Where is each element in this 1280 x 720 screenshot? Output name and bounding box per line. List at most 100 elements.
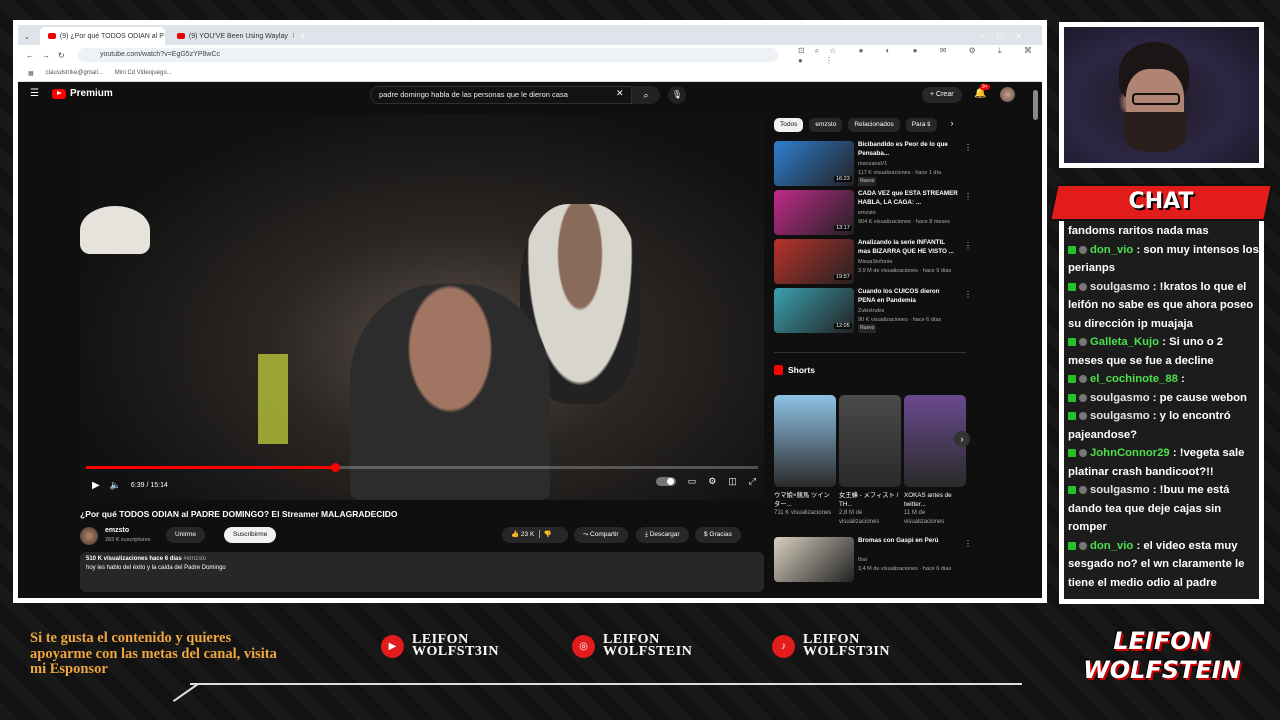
chat-badge-icon [1079, 449, 1087, 457]
more-options-icon[interactable]: ⋮ [964, 290, 972, 299]
video-title: ¿Por qué TODOS ODIAN al PADRE DOMINGO? E… [80, 509, 398, 519]
search-input[interactable]: padre domingo habla de las personas que … [370, 86, 632, 104]
shorts-next-button[interactable]: › [954, 431, 970, 447]
toolbar-icons[interactable]: ⊡⌕☆ ● ◐ ● ✉ ⚙ ⤓ ⌘ ● ⋮ [798, 46, 1042, 65]
recommendation-channel[interactable]: manzanaV1 [858, 160, 968, 169]
chat-username[interactable]: soulgasmo [1090, 281, 1150, 293]
miniplayer-icon[interactable]: ◫ [728, 476, 737, 487]
social-link: ♪ LEIFON WOLFST3IN [772, 633, 890, 659]
chat-username[interactable]: don_vio [1090, 244, 1133, 256]
chat-username[interactable]: don_vio [1090, 540, 1133, 552]
description-tag[interactable]: #emzsto [183, 556, 206, 562]
chat-username[interactable]: soulgasmo [1090, 392, 1150, 404]
video-player[interactable]: ▶ 🔈 6:39 / 15:14 ▭ ⚙ ◫ ⤢ [80, 114, 764, 500]
recommendation-title[interactable]: CADA VEZ que ESTA STREAMER HABLA, LA CAG… [858, 190, 958, 207]
description-box[interactable]: 510 K visualizaciones hace 6 días #emzst… [80, 552, 764, 592]
search-button[interactable]: ⌕ [632, 86, 660, 104]
chat-username[interactable]: el_cochinote_88 [1090, 373, 1178, 385]
like-button[interactable]: 👍 23 K │ 👎 [502, 527, 568, 543]
channel-avatar[interactable] [80, 527, 98, 545]
apps-icon[interactable]: ▦ [28, 70, 34, 77]
recommendation-item[interactable]: 19:57 Analizando la serie INFANTIL mas BI… [774, 239, 972, 284]
menu-icon[interactable]: ☰ [30, 88, 39, 99]
section-divider [774, 352, 966, 353]
fullscreen-icon[interactable]: ⤢ [749, 476, 756, 487]
chat-username[interactable]: Galleta_Kujo [1090, 336, 1159, 348]
tab-bar: ⌄ (9) ¿Por qué TODOS ODIAN al P✕ (9) YOU… [18, 25, 1042, 45]
thanks-button[interactable]: $ Gracias [695, 527, 741, 543]
chat-username[interactable]: soulgasmo [1090, 484, 1150, 496]
chips-next-icon[interactable]: › [951, 118, 954, 132]
clear-search-icon[interactable]: ✕ [616, 88, 624, 99]
chip-related[interactable]: Relacionados [848, 118, 900, 132]
join-button[interactable]: Unirme [166, 527, 205, 543]
create-button[interactable]: + Crear [922, 87, 962, 103]
chat-badge-icon [1068, 486, 1076, 494]
autoplay-toggle[interactable] [655, 477, 676, 486]
settings-icon[interactable]: ⚙ [708, 476, 716, 487]
short-views: 11 M de visualizaciones [904, 510, 945, 525]
tab-active[interactable]: (9) ¿Por qué TODOS ODIAN al P✕ [39, 27, 165, 45]
new-tab-button[interactable]: + [294, 31, 312, 45]
page-scrollbar[interactable] [1030, 82, 1042, 598]
short-thumbnail[interactable] [774, 395, 836, 487]
mic-icon[interactable]: 🎙 [668, 86, 686, 104]
volume-icon[interactable]: 🔈 [110, 480, 121, 491]
logo-text: Premium [70, 88, 113, 99]
chat-username[interactable]: soulgasmo [1090, 410, 1150, 422]
short-title[interactable]: XOKAS antes de twitter... [904, 491, 964, 509]
short-thumbnail[interactable] [839, 395, 901, 487]
social-handle: LEIFON WOLFST3IN [803, 633, 890, 659]
recommendation-channel[interactable]: emzsto [858, 209, 968, 218]
player-controls-right: ▭ ⚙ ◫ ⤢ [655, 476, 756, 487]
more-options-icon[interactable]: ⋮ [964, 192, 972, 201]
recommendation-item[interactable]: Bromas con Gaspi en Perú Ibai 3,4 M de vis… [774, 537, 972, 582]
chip-channel[interactable]: emzsto [809, 118, 843, 132]
recommendation-item[interactable]: 12:05 Cuando los CUICOS dieron PENA en Pa… [774, 288, 972, 333]
scrollbar-thumb[interactable] [1033, 90, 1038, 120]
chat-message: soulgasmo : pe cause webon [1068, 389, 1259, 408]
more-options-icon[interactable]: ⋮ [964, 241, 972, 250]
chat-message: soulgasmo : !kratos lo que el leifón no … [1068, 278, 1259, 334]
recommendation-title[interactable]: Cuando los CUICOS dieron PENA en Pandemi… [858, 288, 958, 305]
more-options-icon[interactable]: ⋮ [964, 143, 972, 152]
subscribe-button[interactable]: Suscribirme [224, 527, 277, 543]
recommendation-channel[interactable]: MissaSinfonia [858, 258, 968, 267]
tab-inactive[interactable]: (9) YOU'VE Been Using Waylay✕ [169, 27, 294, 45]
short-title[interactable]: 女王蜂 - メフィスト / TH... [839, 491, 899, 509]
recommendation-title[interactable]: Bicibandido es Peor de lo que Pensaba... [858, 141, 958, 158]
chip-todos[interactable]: Todos [774, 118, 804, 132]
share-button[interactable]: ⤳ Compartir [574, 527, 628, 543]
tab-label: (9) YOU'VE Been Using Waylay [188, 32, 288, 40]
progress-knob[interactable] [331, 463, 341, 472]
recommendation-channel[interactable]: Ibai [858, 556, 968, 565]
recommendation-item[interactable]: 16:23 Bicibandido es Peor de lo que Pensa… [774, 141, 972, 186]
recommendation-channel[interactable]: Zukistrukis [858, 307, 968, 316]
short-title[interactable]: ウマ娘×競馬 ツインター... [774, 491, 834, 509]
channel-name[interactable]: emzsto [105, 527, 129, 534]
chat-username[interactable]: JohnConnor29 [1090, 447, 1170, 459]
play-icon[interactable]: ▶ [92, 480, 100, 491]
recommendation-title[interactable]: Analizando la serie INFANTIL mas BIZARRA… [858, 239, 958, 256]
chat-badge-icon [1068, 282, 1076, 291]
nav-buttons[interactable]: ←→↻ [26, 51, 73, 60]
youtube-logo[interactable]: Premium [52, 88, 113, 99]
avatar[interactable] [1000, 87, 1015, 102]
download-button[interactable]: ⤓ Descargar [636, 527, 689, 543]
bookmark-item[interactable]: clausdstrike@gmail... [46, 70, 103, 76]
chip-for-you[interactable]: Para ti [905, 118, 937, 132]
short-views: 2,8 M de visualizaciones [839, 510, 880, 525]
social-handle: LEIFON WOLFSTEIN [603, 633, 692, 659]
progress-fill [86, 466, 335, 469]
bookmark-item[interactable]: Mini Cd Videojuego... [115, 70, 172, 76]
progress-bar[interactable] [86, 463, 758, 472]
subscriber-count: 283 K suscriptores [105, 537, 151, 543]
recommendation-item[interactable]: 13:17 CADA VEZ que ESTA STREAMER HABLA, L… [774, 190, 972, 235]
video-thumbnail[interactable] [774, 537, 854, 582]
subtitles-icon[interactable]: ▭ [688, 476, 697, 487]
url-field[interactable]: youtube.com/watch?v=EgG5zYP8wCc [78, 48, 778, 62]
recommendation-title[interactable]: Bromas con Gaspi en Perú [858, 537, 958, 546]
more-options-icon[interactable]: ⋮ [964, 539, 972, 548]
tab-list-icon[interactable]: ⌄ [18, 33, 36, 45]
window-controls[interactable]: –◻✕ [972, 32, 1042, 45]
